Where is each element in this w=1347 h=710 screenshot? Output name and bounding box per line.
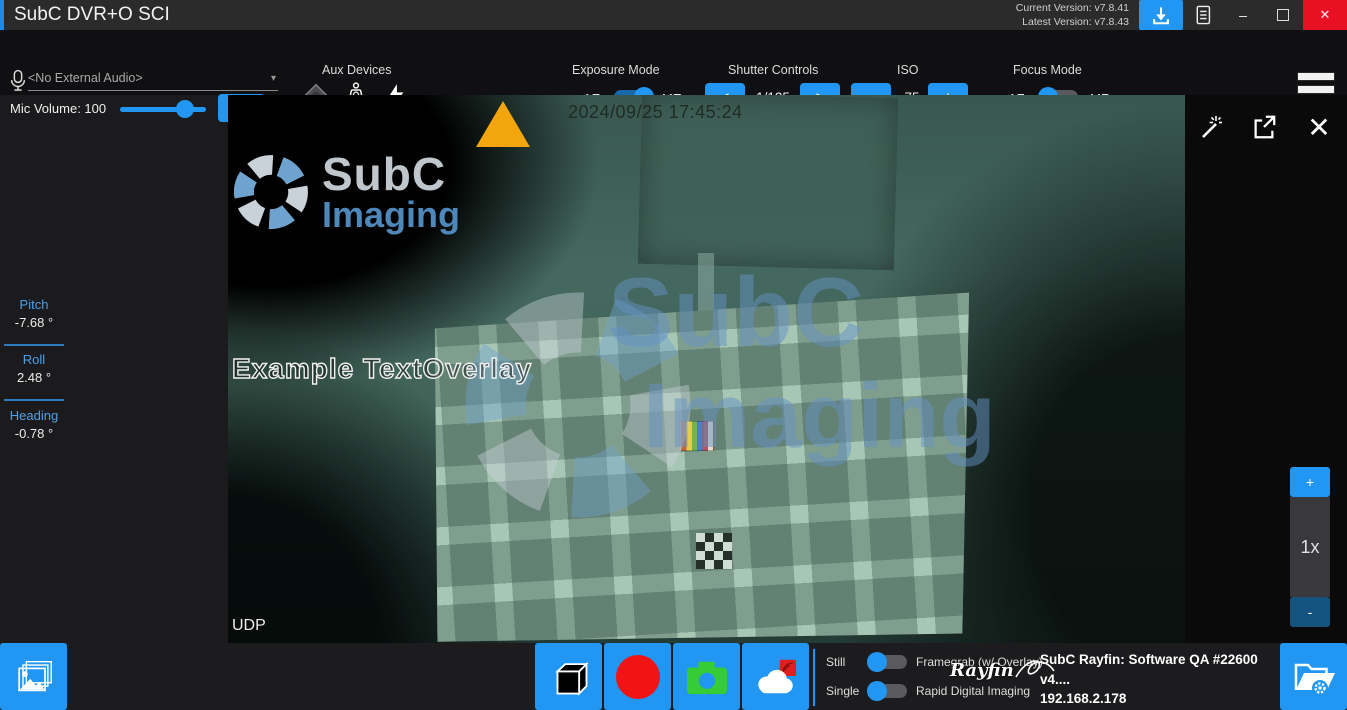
popout-video-button[interactable] [1248,110,1280,144]
minimize-button[interactable]: – [1223,0,1263,30]
video-feed: SubC Imaging SubC Imaging 2024/09/25 17:… [228,95,1185,643]
app-window: SubC DVR+O SCI Current Version: v7.8.41 … [0,0,1347,710]
capture-still-button[interactable] [673,643,740,710]
cloud-stream-button[interactable] [742,643,809,710]
telemetry-divider [4,344,64,346]
record-video-button[interactable] [604,643,671,710]
update-download-button[interactable] [1139,0,1183,30]
download-icon [1150,4,1172,26]
title-bar: SubC DVR+O SCI Current Version: v7.8.41 … [0,0,1347,30]
aux-devices-label: Aux Devices [322,63,391,77]
device-name: SubC Rayfin: Software QA #22600 v4.... [1040,650,1280,689]
logo-text: SubC Imaging [322,151,460,233]
titlebar-right-cluster: Current Version: v7.8.41 Latest Version:… [1006,0,1347,30]
external-audio-select[interactable]: <No External Audio> ▾ [28,66,278,91]
close-video-button[interactable]: ✕ [1303,110,1335,144]
lens-wizard-button[interactable] [1193,110,1225,144]
logo-line1: SubC [322,151,460,197]
aperture-icon [230,151,312,233]
external-audio-value: <No External Audio> [28,71,143,85]
exposure-mode-label: Exposure Mode [572,63,660,77]
file-manager-button[interactable] [1280,643,1347,710]
hamburger-icon [1297,72,1335,81]
title-accent-strip [0,0,4,30]
pitch-value: -7.68 ° [0,315,68,330]
subc-imaging-logo: SubC Imaging [230,151,460,233]
zoom-control: + 1x - [1290,467,1330,627]
folder-gear-icon [1289,654,1339,700]
mic-volume-label: Mic Volume: 100 [10,101,106,116]
gallery-icon [11,655,57,699]
video-timestamp: 2024/09/25 17:45:24 [568,102,743,123]
rapid-label: Rapid Digital Imaging [916,684,1030,698]
magic-wand-icon [1195,113,1223,141]
zoom-in-button[interactable]: + [1290,467,1330,497]
camera-toolbar: <No External Audio> ▾ Mic Volume: 100 Mu… [0,30,1347,95]
log-document-icon [1194,5,1212,25]
roll-label: Roll [0,352,68,367]
chevron-down-icon: ▾ [271,73,276,84]
telemetry-divider [4,399,64,401]
version-info: Current Version: v7.8.41 Latest Version:… [1006,0,1139,30]
cube-icon [546,654,592,700]
focus-mode-label: Focus Mode [1013,63,1082,77]
log-button[interactable] [1183,0,1223,30]
record-icon [616,655,660,699]
mic-volume-slider-thumb[interactable] [176,100,194,118]
camera-icon [683,656,731,698]
pitch-label: Pitch [0,297,68,312]
cloud-signal-icon [752,655,800,699]
heading-value: -0.78 ° [0,426,68,441]
current-version: Current Version: v7.8.41 [1016,1,1129,15]
gallery-button[interactable] [0,643,67,710]
microphone-icon [8,68,28,94]
single-rapid-toggle[interactable] [869,684,907,698]
maximize-icon [1277,9,1289,21]
close-button[interactable]: ✕ [1303,0,1347,30]
rayfin-signature: Rayfin [950,655,1056,685]
zoom-out-button[interactable]: - [1290,597,1330,627]
external-link-icon [1251,114,1277,140]
maximize-button[interactable] [1263,0,1303,30]
logo-line2: Imaging [322,197,460,233]
protocol-label: UDP [232,617,266,635]
bottom-divider [813,649,815,706]
shutter-controls-label: Shutter Controls [728,63,818,77]
signature-swoosh [1014,655,1056,685]
app-title: SubC DVR+O SCI [14,0,170,30]
still-label: Still [826,655,845,669]
device-ip: 192.168.2.178 [1040,689,1280,709]
device-info: SubC Rayfin: Software QA #22600 v4.... 1… [1040,650,1280,709]
record-3d-button[interactable] [535,643,602,710]
iso-label: ISO [897,63,919,77]
warning-triangle-icon [476,101,530,147]
zoom-level: 1x [1290,497,1330,597]
single-label: Single [826,684,859,698]
signature-text: Rayfin [950,660,1014,681]
roll-value: 2.48 ° [0,370,68,385]
watermark-text-line1: SubC [608,263,864,361]
checkerboard-patch [696,533,732,569]
watermark-text-line2: Imaging [643,370,996,462]
heading-label: Heading [0,408,68,423]
latest-version: Latest Version: v7.8.43 [1016,15,1129,29]
still-framegrab-toggle[interactable] [869,655,907,669]
example-text-overlay: Example TextOverlay [232,353,532,385]
